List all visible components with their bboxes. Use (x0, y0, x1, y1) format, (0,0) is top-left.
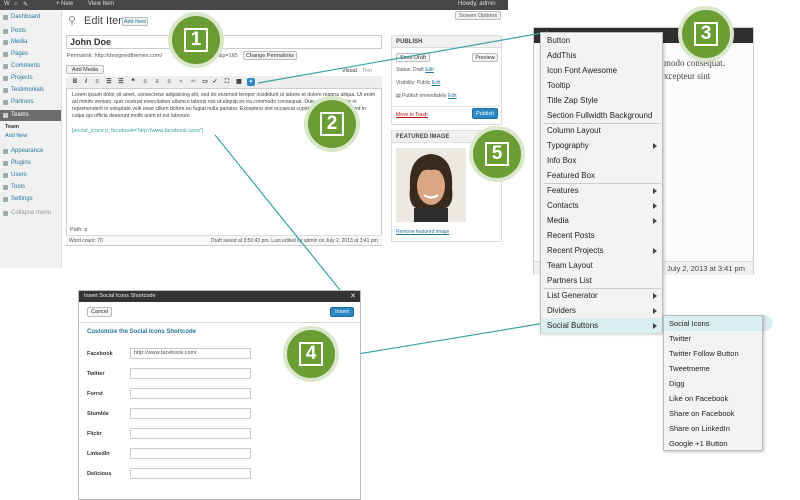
connector-line-modal (357, 322, 546, 355)
forrst-input[interactable] (130, 388, 251, 399)
menu-featured-box[interactable]: Featured Box (541, 168, 662, 183)
connector-line-toolbar (257, 31, 549, 84)
facebook-input[interactable]: http://www.facebook.com/ (130, 348, 251, 359)
linkedin-input[interactable] (130, 448, 251, 459)
menu-list-generator[interactable]: List Generator (541, 288, 662, 303)
menu-recent-posts[interactable]: Recent Posts (541, 228, 662, 243)
menu-partners-list[interactable]: Partners List (541, 273, 662, 288)
menu-info-box[interactable]: Info Box (541, 153, 662, 168)
shortcode-dropdown-menu: Button AddThis Icon Font Awesome Tooltip… (540, 32, 663, 333)
flickr-input[interactable] (130, 428, 251, 439)
twitter-label: Twitter (87, 371, 105, 377)
insert-social-icons-modal: Insert Social Icons Shortcode ✕ Cancel I… (78, 290, 361, 500)
delicious-label: Delicious (87, 471, 112, 477)
submenu-arrow-icon (653, 188, 657, 194)
submenu-share-on-linkedin[interactable]: Share on LinkedIn (664, 421, 762, 436)
step-badge-4: 4 (283, 326, 339, 382)
close-icon[interactable]: ✕ (350, 291, 356, 302)
stumble-input[interactable] (130, 408, 251, 419)
facebook-label: Facebook (87, 351, 113, 357)
step-badge-5: 5 (469, 126, 525, 182)
menu-team-layout[interactable]: Team Layout (541, 258, 662, 273)
menu-column-layout[interactable]: Column Layout (541, 123, 662, 138)
modal-divider (79, 322, 360, 323)
linkedin-label: LinkedIn (87, 451, 110, 457)
social-buttons-submenu: Social Icons Twitter Twitter Follow Butt… (663, 315, 763, 451)
submenu-twitter[interactable]: Twitter (664, 331, 762, 346)
modal-title-bar: Insert Social Icons Shortcode ✕ (79, 291, 360, 302)
stumble-label: Stumble (87, 411, 109, 417)
twitter-input[interactable] (130, 368, 251, 379)
flickr-label: Flickr (87, 431, 102, 437)
step-badge-3: 3 (678, 6, 734, 62)
menu-addthis[interactable]: AddThis (541, 48, 662, 63)
menu-title-zap-style[interactable]: Title Zap Style (541, 93, 662, 108)
modal-title: Insert Social Icons Shortcode (84, 293, 156, 299)
step-badge-1: 1 (168, 12, 224, 68)
submenu-arrow-icon (653, 248, 657, 254)
cancel-button[interactable]: Cancel (87, 307, 112, 317)
delicious-input[interactable] (130, 468, 251, 479)
menu-typography[interactable]: Typography (541, 138, 662, 153)
submenu-like-on-facebook[interactable]: Like on Facebook (664, 391, 762, 406)
submenu-digg[interactable]: Digg (664, 376, 762, 391)
menu-icon-font-awesome[interactable]: Icon Font Awesome (541, 63, 662, 78)
menu-recent-projects[interactable]: Recent Projects (541, 243, 662, 258)
submenu-arrow-icon (653, 308, 657, 314)
submenu-arrow-icon (653, 293, 657, 299)
submenu-arrow-icon (653, 143, 657, 149)
submenu-twitter-follow-button[interactable]: Twitter Follow Button (664, 346, 762, 361)
modal-heading: Customize the Social Icons Shortcode (87, 329, 197, 335)
menu-social-buttons[interactable]: Social Buttons (541, 318, 662, 333)
menu-tooltip[interactable]: Tooltip (541, 78, 662, 93)
forrst-label: Forrst (87, 391, 103, 397)
menu-contacts[interactable]: Contacts (541, 198, 662, 213)
submenu-tweetmeme[interactable]: Tweetmeme (664, 361, 762, 376)
menu-features[interactable]: Features (541, 183, 662, 198)
connector-line-shortcode (214, 134, 341, 291)
menu-section-fullwidth-background[interactable]: Section Fullwidth Background (541, 108, 662, 123)
menu-button[interactable]: Button (541, 33, 662, 48)
submenu-share-on-facebook[interactable]: Share on Facebook (664, 406, 762, 421)
submenu-google-plus-button[interactable]: Google +1 Button (664, 436, 762, 451)
step-badge-2: 2 (304, 96, 360, 152)
submenu-social-icons[interactable]: Social Icons (664, 316, 762, 331)
menu-dividers[interactable]: Dividers (541, 303, 662, 318)
submenu-arrow-icon (653, 323, 657, 329)
menu-media[interactable]: Media (541, 213, 662, 228)
submenu-arrow-icon (653, 203, 657, 209)
insert-button[interactable]: Insert (330, 307, 354, 317)
submenu-arrow-icon (653, 218, 657, 224)
